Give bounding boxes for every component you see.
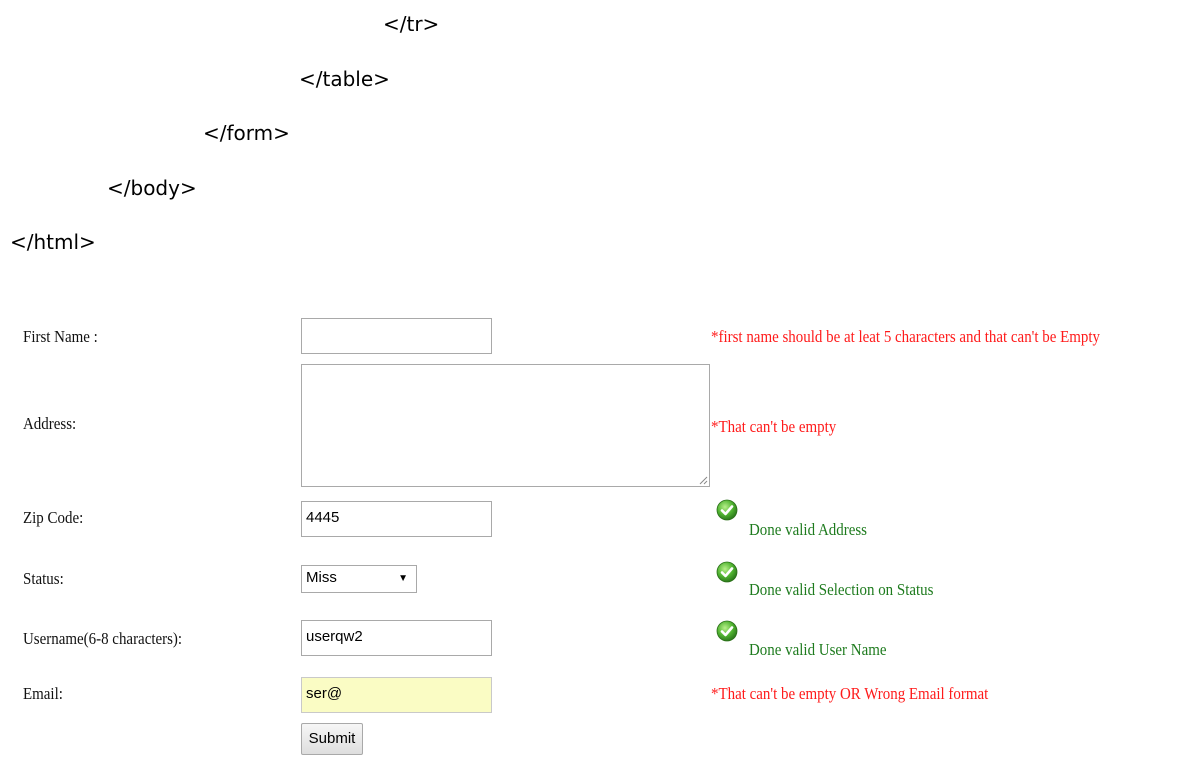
status-success: Done valid Selection on Status (749, 580, 934, 599)
email-error: *That can't be empty OR Wrong Email form… (711, 684, 989, 703)
code-line-close-tr: </tr> (383, 12, 440, 36)
check-circle-icon (716, 561, 738, 583)
username-label: Username(6-8 characters): (23, 629, 183, 648)
check-circle-icon (716, 620, 738, 642)
first-name-label: First Name : (23, 327, 98, 346)
username-input[interactable]: userqw2 (301, 620, 492, 656)
username-success: Done valid User Name (749, 640, 887, 659)
address-error: *That can't be empty (711, 417, 837, 436)
zip-code-label: Zip Code: (23, 508, 84, 527)
resize-grip-icon[interactable] (698, 475, 708, 485)
status-label: Status: (23, 569, 64, 588)
zip-code-input[interactable]: 4445 (301, 501, 492, 537)
code-line-close-html: </html> (10, 230, 96, 254)
check-circle-icon (716, 499, 738, 521)
code-line-close-body: </body> (107, 176, 197, 200)
zip-code-success: Done valid Address (749, 520, 868, 539)
chevron-down-icon: ▼ (398, 573, 408, 584)
email-label: Email: (23, 684, 63, 703)
code-line-close-table: </table> (299, 67, 390, 91)
first-name-input[interactable] (301, 318, 492, 354)
submit-button[interactable]: Submit (301, 723, 363, 755)
status-select[interactable]: Miss ▼ (301, 565, 417, 593)
address-textarea[interactable] (301, 364, 710, 487)
first-name-error: *first name should be at leat 5 characte… (711, 327, 1101, 346)
code-line-close-form: </form> (203, 121, 290, 145)
email-input[interactable]: ser@ (301, 677, 492, 713)
address-label: Address: (23, 414, 77, 433)
status-selected-value: Miss (306, 569, 337, 586)
